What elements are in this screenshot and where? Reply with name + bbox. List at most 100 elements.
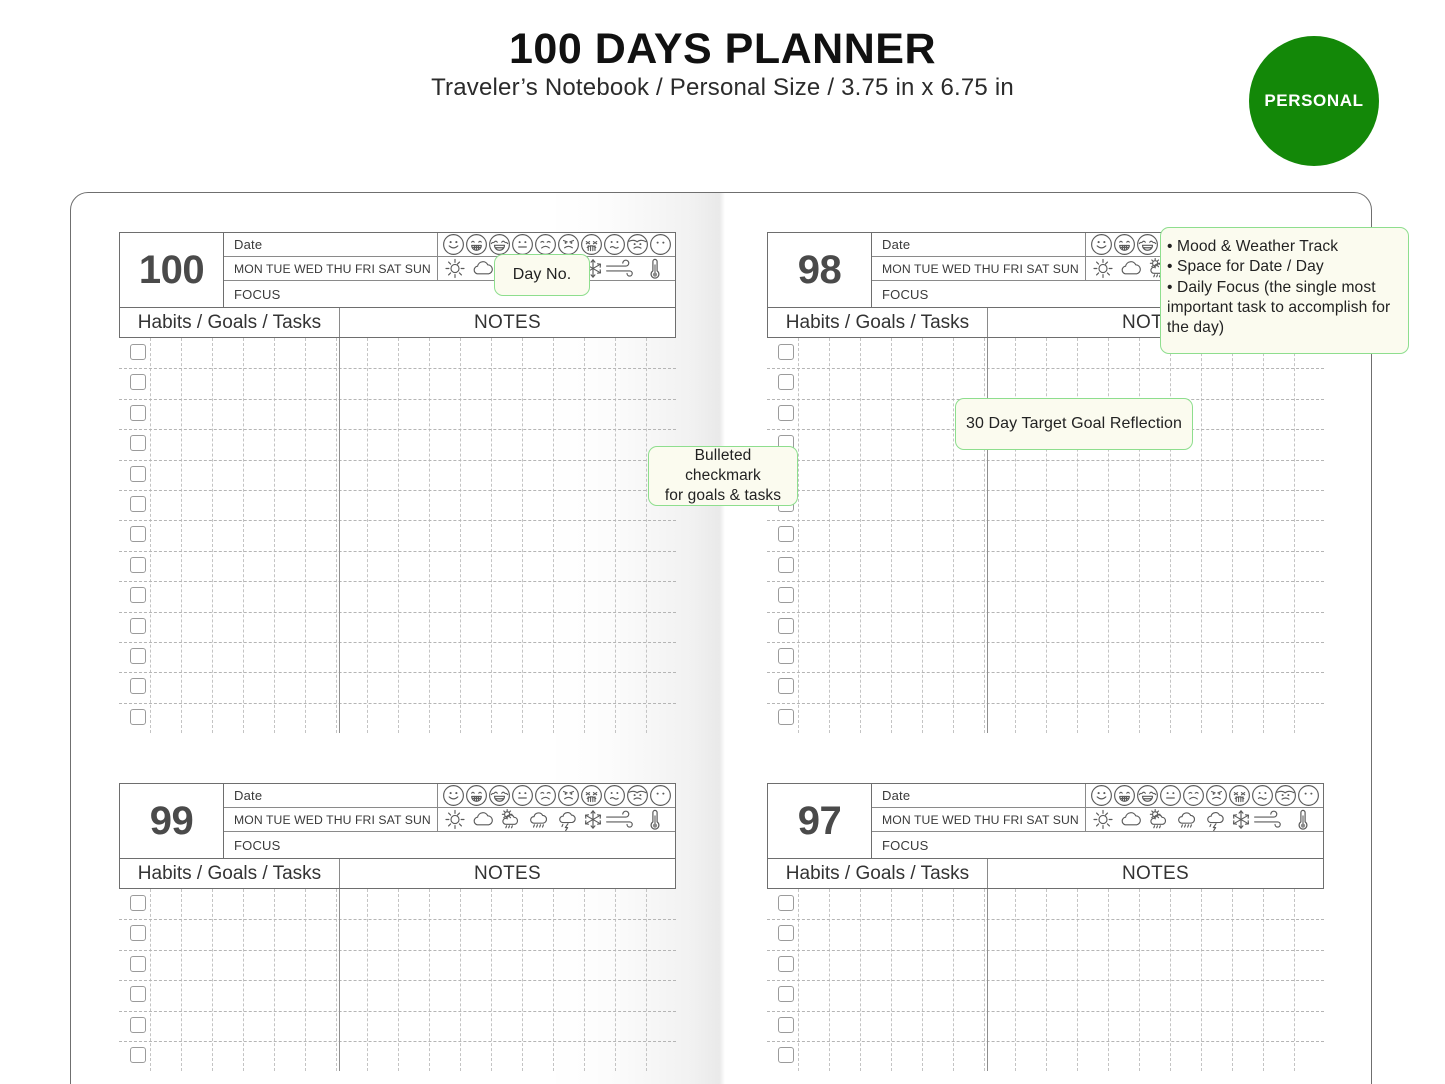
crying-face-icon (1229, 785, 1250, 806)
date-label[interactable]: Date (224, 784, 437, 807)
blank-face-icon (650, 785, 671, 806)
focus-row: FOCUS (872, 832, 1323, 858)
task-checkbox[interactable] (130, 465, 146, 482)
column-header-habits: Habits / Goals / Tasks (120, 859, 340, 888)
sick-face-icon (627, 234, 648, 255)
thunderstorm-icon (1207, 812, 1224, 831)
grid-horizontal-lines (119, 889, 676, 1071)
task-checkbox[interactable] (778, 404, 794, 421)
mood-tracker[interactable] (437, 233, 675, 256)
date-label[interactable]: Date (224, 233, 437, 256)
weekday-row: MON TUE WED THU FRI SAT SUN (224, 808, 675, 832)
callout-day-no: Day No. (494, 254, 590, 296)
habits-notes-divider (339, 889, 340, 1072)
date-row: Date (872, 784, 1323, 808)
day-number: 99 (120, 784, 224, 858)
sun-rain-cloud-icon (501, 808, 519, 829)
focus-label[interactable]: FOCUS (224, 281, 437, 307)
task-checkbox[interactable] (130, 556, 146, 573)
day-number: 98 (768, 233, 872, 307)
sun-icon (1093, 258, 1113, 279)
callout-features-text: • Mood & Weather Track • Space for Date … (1167, 238, 1391, 337)
task-checkbox[interactable] (778, 1047, 794, 1063)
task-checkbox[interactable] (778, 925, 794, 942)
callout-day-no-text: Day No. (512, 265, 572, 283)
crying-face-icon (581, 234, 602, 255)
grinning-face-icon (466, 785, 487, 806)
weekday-selector[interactable]: MON TUE WED THU FRI SAT SUN (872, 257, 1085, 280)
focus-label[interactable]: FOCUS (224, 832, 437, 858)
task-grid[interactable] (767, 889, 1324, 1072)
card-header: 100 Date MON TUE WED THU FRI SAT SUN FOC… (119, 232, 676, 308)
task-checkbox[interactable] (130, 496, 146, 512)
callout-bulleted-checkmark-text: Bulleted checkmark for goals & tasks (664, 447, 782, 504)
planner-day-card: 97 Date MON TUE WED THU FRI SAT SUN FOCU… (767, 783, 1324, 1072)
task-grid[interactable] (119, 889, 676, 1072)
task-checkbox[interactable] (130, 526, 146, 543)
task-checkbox[interactable] (778, 648, 794, 664)
rain-cloud-icon (1178, 812, 1196, 828)
task-checkbox[interactable] (778, 556, 794, 573)
task-checkbox[interactable] (778, 955, 794, 972)
page-subtitle: Traveler’s Notebook / Personal Size / 3.… (431, 74, 1014, 101)
task-checkbox[interactable] (130, 708, 146, 725)
task-checkbox[interactable] (130, 986, 146, 1003)
cloud-icon (1121, 812, 1141, 826)
card-header: 99 Date MON TUE WED THU FRI SAT SUN FOCU… (119, 783, 676, 859)
task-checkbox[interactable] (130, 925, 146, 942)
snowflake-icon (584, 810, 602, 829)
confused-face-icon (604, 785, 625, 806)
sick-face-icon (1275, 785, 1296, 806)
sick-face-icon (627, 785, 648, 806)
task-checkbox[interactable] (130, 1016, 146, 1033)
task-checkbox[interactable] (130, 678, 146, 695)
task-checkbox[interactable] (130, 404, 146, 421)
task-checkbox[interactable] (778, 526, 794, 543)
grid-horizontal-lines (767, 889, 1324, 1071)
date-label[interactable]: Date (872, 784, 1085, 807)
weekday-selector[interactable]: MON TUE WED THU FRI SAT SUN (872, 808, 1085, 831)
habits-notes-divider (339, 338, 340, 734)
task-checkbox[interactable] (130, 617, 146, 634)
task-checkbox[interactable] (778, 678, 794, 695)
task-checkbox[interactable] (778, 344, 794, 360)
task-checkbox[interactable] (778, 617, 794, 634)
callout-reflection-text: 30 Day Target Goal Reflection (965, 414, 1183, 432)
task-checkbox[interactable] (778, 895, 794, 911)
task-checkbox[interactable] (130, 435, 146, 452)
planner-day-card: 99 Date MON TUE WED THU FRI SAT SUN FOCU… (119, 783, 676, 1072)
date-label[interactable]: Date (872, 233, 1085, 256)
task-grid[interactable] (119, 338, 676, 734)
smiley-face-icon (1091, 785, 1112, 806)
task-checkbox[interactable] (130, 1047, 146, 1063)
mood-tracker[interactable] (437, 784, 675, 807)
task-checkbox[interactable] (778, 1016, 794, 1033)
blank-face-icon (650, 234, 671, 255)
focus-input-area[interactable] (1085, 832, 1323, 858)
grinning-face-icon (1114, 234, 1135, 255)
focus-input-area[interactable] (437, 832, 675, 858)
weekday-selector[interactable]: MON TUE WED THU FRI SAT SUN (224, 808, 437, 831)
wind-icon (1254, 810, 1281, 828)
focus-label[interactable]: FOCUS (872, 281, 1085, 307)
weather-tracker[interactable] (437, 808, 675, 831)
task-checkbox[interactable] (130, 648, 146, 664)
task-checkbox[interactable] (130, 374, 146, 391)
weekday-selector[interactable]: MON TUE WED THU FRI SAT SUN (224, 257, 437, 280)
date-row: Date (224, 784, 675, 808)
task-checkbox[interactable] (778, 374, 794, 391)
focus-label[interactable]: FOCUS (872, 832, 1085, 858)
task-checkbox[interactable] (130, 955, 146, 972)
weather-tracker[interactable] (1085, 808, 1323, 831)
column-headers: Habits / Goals / Tasks NOTES (767, 859, 1324, 889)
task-checkbox[interactable] (778, 986, 794, 1003)
task-checkbox[interactable] (778, 708, 794, 725)
task-checkbox[interactable] (130, 587, 146, 604)
mood-tracker[interactable] (1085, 784, 1323, 807)
task-checkbox[interactable] (130, 344, 146, 360)
column-header-habits: Habits / Goals / Tasks (768, 859, 988, 888)
confused-face-icon (604, 234, 625, 255)
task-checkbox[interactable] (130, 895, 146, 911)
habits-notes-divider (987, 889, 988, 1072)
task-checkbox[interactable] (778, 587, 794, 604)
